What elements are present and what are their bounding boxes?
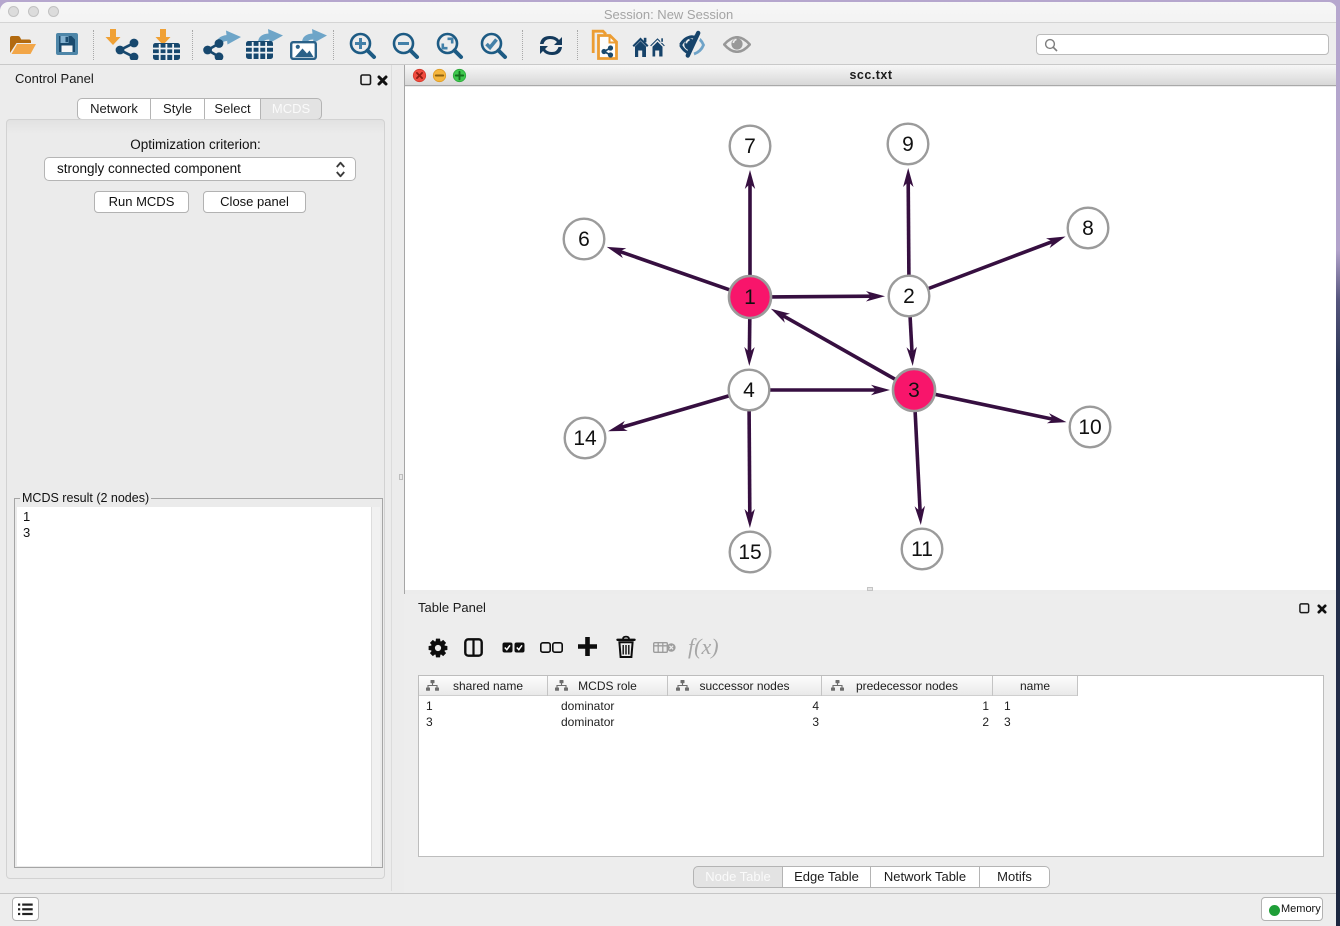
svg-text:7: 7: [744, 135, 756, 158]
svg-text:15: 15: [738, 541, 761, 564]
svg-text:8: 8: [1082, 217, 1094, 240]
svg-text:14: 14: [573, 427, 597, 450]
svg-text:6: 6: [578, 228, 590, 251]
svg-text:9: 9: [902, 133, 914, 156]
svg-text:11: 11: [911, 538, 933, 561]
svg-text:2: 2: [903, 285, 915, 308]
svg-text:3: 3: [908, 379, 920, 402]
svg-text:10: 10: [1078, 416, 1101, 439]
svg-text:4: 4: [743, 379, 755, 402]
svg-text:1: 1: [744, 286, 756, 309]
